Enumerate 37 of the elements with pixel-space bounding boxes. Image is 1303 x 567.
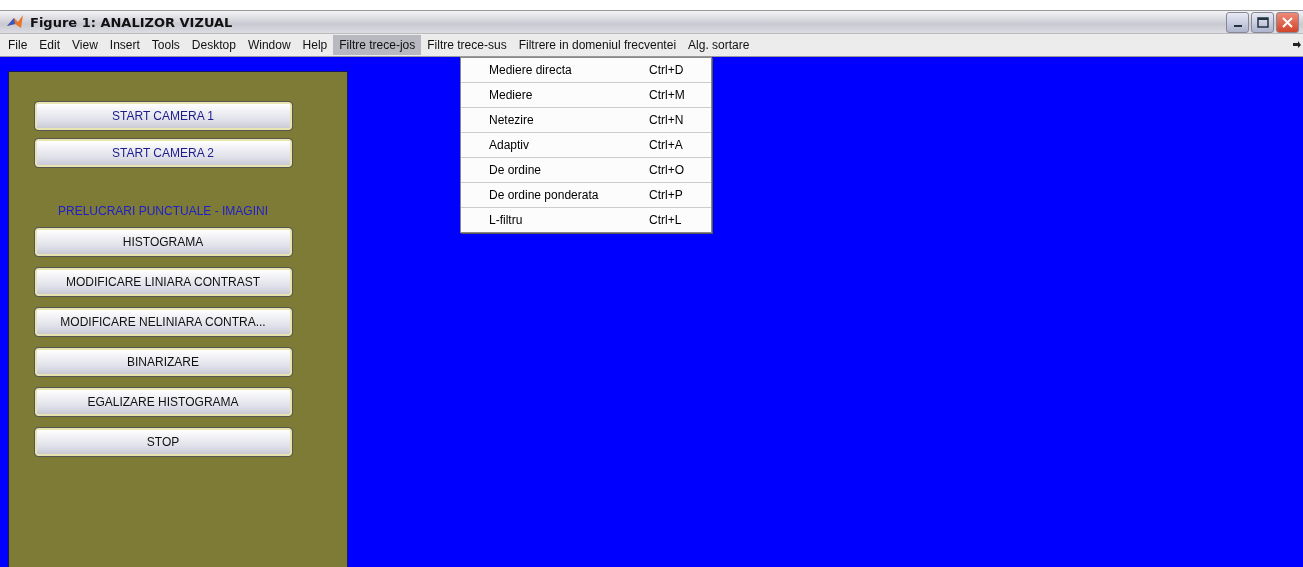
maximize-button[interactable] [1251,11,1274,33]
panel-button[interactable]: MODIFICARE NELINIARA CONTRA... [34,308,292,336]
close-icon [1282,16,1293,28]
panel-button[interactable]: HISTOGRAMA [34,228,292,256]
dropdown-item[interactable]: Mediere directa Ctrl+D [461,58,711,83]
section-label: PRELUCRARI PUNCTUALE - IMAGINI [58,204,268,218]
app-logo-icon [6,14,24,30]
menu-item[interactable]: Tools [145,35,186,55]
menu-item[interactable]: Window [241,35,297,55]
close-button[interactable] [1276,11,1299,33]
dropdown-item[interactable]: De ordine ponderata Ctrl+P [461,183,711,208]
menu-item[interactable]: Filtre trece-jos [333,35,422,55]
dropdown-item[interactable]: De ordine Ctrl+O [461,158,711,183]
dropdown-item[interactable]: Netezire Ctrl+N [461,108,711,133]
minimize-icon [1233,25,1242,27]
menu-item[interactable]: View [66,35,104,55]
window-title: Figure 1: ANALIZOR VIZUAL [30,14,234,30]
panel-button[interactable]: STOP [34,428,292,456]
panel-button[interactable]: START CAMERA 2 [34,139,292,167]
menu-item[interactable]: Alg. sortare [682,35,756,55]
panel-button[interactable]: MODIFICARE LINIARA CONTRAST [34,268,292,296]
menu-item[interactable]: Filtre trece-sus [421,35,513,55]
menu-item[interactable]: Help [296,35,334,55]
maximize-icon [1256,16,1269,28]
menu-item[interactable]: File [2,35,34,55]
panel-button[interactable]: START CAMERA 1 [34,102,292,130]
menu-item[interactable]: Edit [33,35,67,55]
arrow-icon[interactable] [1293,41,1301,49]
menu-item[interactable]: Insert [103,35,146,55]
panel-button[interactable]: EGALIZARE HISTOGRAMA [34,388,292,416]
menu-item[interactable]: Desktop [185,35,242,55]
dropdown-item[interactable]: Mediere Ctrl+M [461,83,711,108]
dropdown-item[interactable]: L-filtru Ctrl+L [461,208,711,232]
panel-button[interactable]: BINARIZARE [34,348,292,376]
minimize-button[interactable] [1226,11,1249,33]
dropdown-item[interactable]: Adaptiv Ctrl+A [461,133,711,158]
menu-item[interactable]: Filtrere in domeniul frecventei [512,35,683,55]
